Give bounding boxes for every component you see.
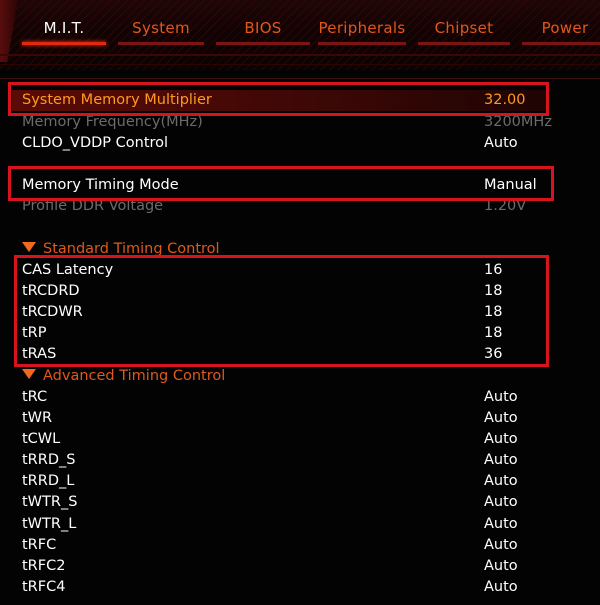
tab-system-label: System <box>132 19 190 37</box>
timing-label: tRCDWR <box>22 304 83 320</box>
setting-value: Auto <box>484 135 518 151</box>
setting-value: 3200MHz <box>484 114 552 130</box>
tab-bios-label: BIOS <box>244 19 282 37</box>
timing-row[interactable]: tRFC2 Auto <box>22 556 582 577</box>
timing-label: tRAS <box>22 346 57 362</box>
section-standard-timing-control[interactable]: Standard Timing Control <box>22 239 220 259</box>
timing-row[interactable]: tRP 18 <box>22 323 582 344</box>
setting-value: Manual <box>484 177 537 193</box>
timing-row[interactable]: CAS Latency 16 <box>22 260 582 281</box>
timing-row[interactable]: tRCDWR 18 <box>22 302 582 323</box>
timing-label: tRC <box>22 389 48 405</box>
section-title: Standard Timing Control <box>43 241 220 257</box>
tab-mit[interactable]: M.I.T. <box>22 16 106 45</box>
tab-mit-label: M.I.T. <box>43 19 85 37</box>
expand-triangle-icon <box>22 369 36 379</box>
tab-peripherals[interactable]: Peripherals <box>318 16 406 45</box>
timing-row[interactable]: tWTR_S Auto <box>22 492 582 513</box>
bios-screen: M.I.T. System BIOS Peripherals Chipset P… <box>0 0 600 605</box>
timing-value: 18 <box>484 325 503 341</box>
timing-label: tWTR_S <box>22 494 78 510</box>
setting-value: 32.00 <box>484 92 526 108</box>
setting-value: 1.20V <box>484 198 527 214</box>
setting-profile-ddr-voltage: Profile DDR Voltage 1.20V <box>22 196 582 217</box>
tab-power[interactable]: Power <box>522 16 600 45</box>
timing-label: tRP <box>22 325 47 341</box>
timing-value: Auto <box>484 452 518 468</box>
bar-divider <box>0 54 600 56</box>
setting-system-memory-multiplier[interactable]: System Memory Multiplier 32.00 <box>12 90 548 111</box>
setting-memory-timing-mode[interactable]: Memory Timing Mode Manual <box>22 175 582 196</box>
timing-row[interactable]: tWR Auto <box>22 408 582 429</box>
setting-memory-frequency: Memory Frequency(MHz) 3200MHz <box>22 112 582 133</box>
timing-value: 18 <box>484 304 503 320</box>
timing-value: 16 <box>484 262 503 278</box>
timing-label: CAS Latency <box>22 262 114 278</box>
setting-label: Memory Timing Mode <box>22 177 179 193</box>
timing-row[interactable]: tRRD_L Auto <box>22 471 582 492</box>
setting-label: System Memory Multiplier <box>22 92 212 108</box>
timing-label: tWTR_L <box>22 516 77 532</box>
tab-mit-underline <box>22 42 106 45</box>
timing-value: Auto <box>484 431 518 447</box>
timing-value: Auto <box>484 579 518 595</box>
bar-decoration-left <box>0 0 18 62</box>
timing-value: 36 <box>484 346 503 362</box>
timing-label: tRRD_S <box>22 452 76 468</box>
timing-value: Auto <box>484 473 518 489</box>
top-tab-bar: M.I.T. System BIOS Peripherals Chipset P… <box>0 0 600 70</box>
timing-value: Auto <box>484 516 518 532</box>
timing-row[interactable]: tRFC Auto <box>22 535 582 556</box>
timing-row[interactable]: tRRD_S Auto <box>22 450 582 471</box>
timing-label: tRFC2 <box>22 558 66 574</box>
tab-power-underline <box>522 42 600 45</box>
timing-value: Auto <box>484 537 518 553</box>
tab-chipset-label: Chipset <box>434 19 494 37</box>
tab-bios[interactable]: BIOS <box>216 16 310 45</box>
section-title: Advanced Timing Control <box>43 368 226 384</box>
timing-label: tWR <box>22 410 53 426</box>
timing-row[interactable]: tRCDRD 18 <box>22 281 582 302</box>
timing-row[interactable]: tRC Auto <box>22 387 582 408</box>
timing-label: tCWL <box>22 431 61 447</box>
timing-label: tRCDRD <box>22 283 80 299</box>
timing-value: 18 <box>484 283 503 299</box>
tab-bios-underline <box>216 42 310 45</box>
expand-triangle-icon <box>22 242 36 252</box>
setting-label: Profile DDR Voltage <box>22 198 164 214</box>
setting-cldo-vddp-control[interactable]: CLDO_VDDP Control Auto <box>22 133 582 154</box>
bar-divider-lower <box>0 64 600 65</box>
timing-row[interactable]: tRAS 36 <box>22 344 582 365</box>
tab-system-underline <box>118 42 204 45</box>
timing-value: Auto <box>484 389 518 405</box>
timing-label: tRFC4 <box>22 579 66 595</box>
timing-row[interactable]: tWTR_L Auto <box>22 514 582 535</box>
tab-chipset[interactable]: Chipset <box>418 16 510 45</box>
timing-value: Auto <box>484 494 518 510</box>
tab-chipset-underline <box>418 42 510 45</box>
timing-row[interactable]: tCWL Auto <box>22 429 582 450</box>
content-divider <box>0 78 600 79</box>
timing-label: tRFC <box>22 537 57 553</box>
tab-power-label: Power <box>541 19 589 37</box>
setting-label: CLDO_VDDP Control <box>22 135 169 151</box>
timing-label: tRRD_L <box>22 473 75 489</box>
tab-peripherals-label: Peripherals <box>318 19 406 37</box>
tab-system[interactable]: System <box>118 16 204 45</box>
section-advanced-timing-control[interactable]: Advanced Timing Control <box>22 366 225 386</box>
timing-row[interactable]: tRFC4 Auto <box>22 577 582 598</box>
setting-label: Memory Frequency(MHz) <box>22 114 203 130</box>
tab-peripherals-underline <box>318 42 406 45</box>
timing-value: Auto <box>484 410 518 426</box>
timing-value: Auto <box>484 558 518 574</box>
